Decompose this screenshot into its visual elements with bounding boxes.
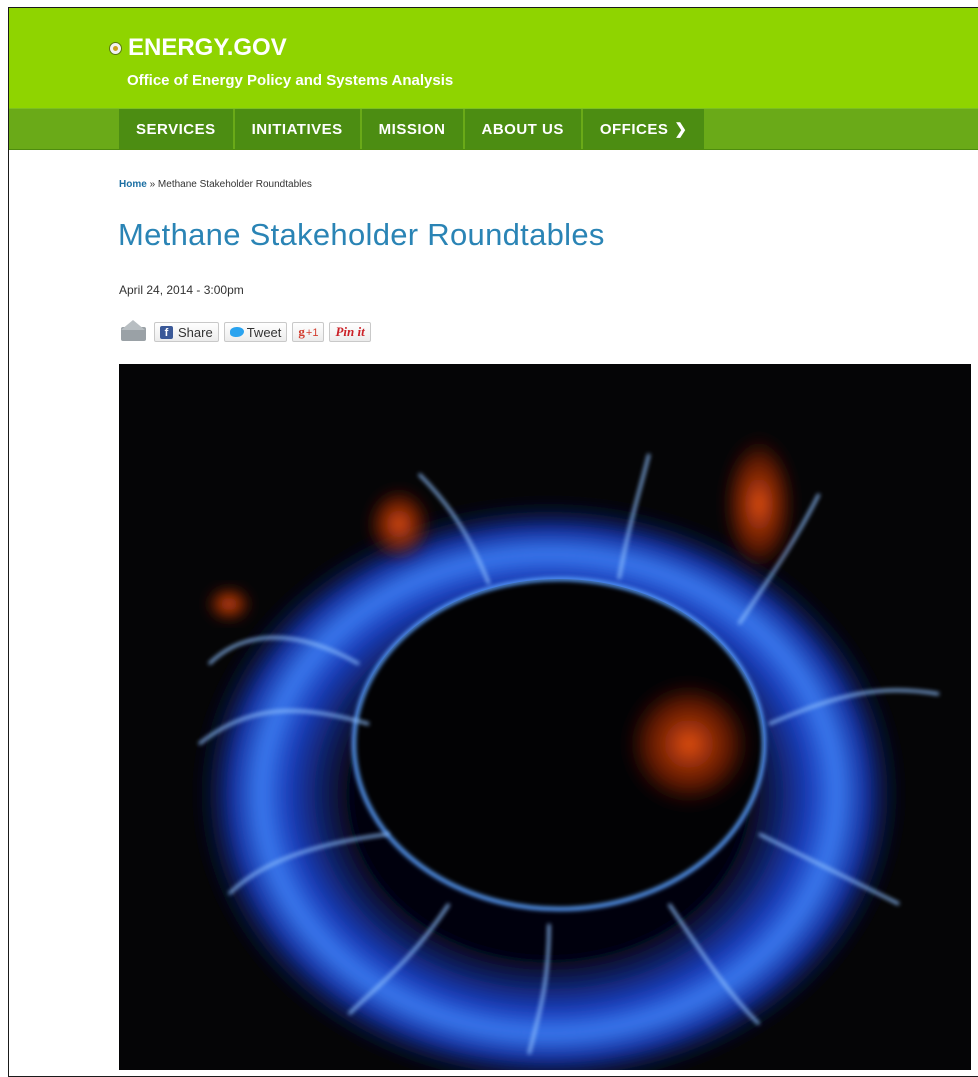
nav-item-about-us[interactable]: ABOUT US [464, 109, 581, 149]
nav-item-label: ABOUT US [481, 120, 564, 138]
nav-item-initiatives[interactable]: INITIATIVES [234, 109, 360, 149]
google-plus-icon: g+1 [298, 324, 318, 340]
site-logo[interactable]: ENERGY.GOV [109, 36, 287, 60]
email-envelope-flap [121, 320, 145, 330]
pinterest-label: Pin it [335, 324, 365, 339]
breadcrumb-current: Methane Stakeholder Roundtables [157, 179, 312, 190]
google-plus-g: g [298, 324, 305, 339]
nav-items: SERVICES INITIATIVES MISSION ABOUT US OF… [119, 109, 706, 149]
nav-item-label: SERVICES [136, 120, 216, 138]
facebook-icon: f [160, 325, 173, 339]
twitter-tweet-button[interactable]: Tweet [223, 322, 288, 342]
pinterest-pin-button[interactable]: Pin it [329, 322, 371, 342]
nav-item-label: MISSION [378, 120, 446, 138]
google-plus-button[interactable]: g+1 [292, 322, 325, 342]
site-name[interactable]: ENERGY.GOV [128, 36, 287, 60]
google-plus-count: +1 [305, 327, 319, 339]
breadcrumb-home-link[interactable]: Home [119, 179, 147, 190]
gas-burner-flame-image [119, 364, 971, 1070]
tweet-label: Tweet [246, 324, 282, 340]
chevron-right-icon: ❯ [674, 121, 688, 138]
nav-item-mission[interactable]: MISSION [361, 109, 463, 149]
post-date: April 24, 2014 - 3:00pm [119, 283, 244, 297]
breadcrumb-separator: » [149, 179, 156, 190]
doe-seal-icon [109, 41, 122, 55]
share-toolbar: f Share Tweet g+1 Pin it [119, 320, 376, 343]
twitter-bird-icon [229, 327, 244, 337]
hero-image [119, 364, 971, 1070]
nav-item-label: OFFICES [599, 120, 669, 138]
facebook-share-label: Share [178, 324, 213, 340]
browser-page-frame: ENERGY.GOV Office of Energy Policy and S… [8, 7, 978, 1077]
email-icon[interactable] [119, 320, 149, 342]
nav-item-services[interactable]: SERVICES [119, 109, 233, 149]
nav-item-offices[interactable]: OFFICES ❯ [582, 109, 705, 149]
facebook-share-button[interactable]: f Share [154, 322, 219, 342]
nav-item-label: INITIATIVES [251, 120, 343, 138]
breadcrumb: Home » Methane Stakeholder Roundtables [119, 179, 312, 190]
page-title: Methane Stakeholder Roundtables [118, 217, 605, 252]
office-subtitle[interactable]: Office of Energy Policy and Systems Anal… [127, 72, 453, 89]
main-navigation: SERVICES INITIATIVES MISSION ABOUT US OF… [9, 108, 978, 150]
site-header: ENERGY.GOV Office of Energy Policy and S… [9, 8, 978, 108]
